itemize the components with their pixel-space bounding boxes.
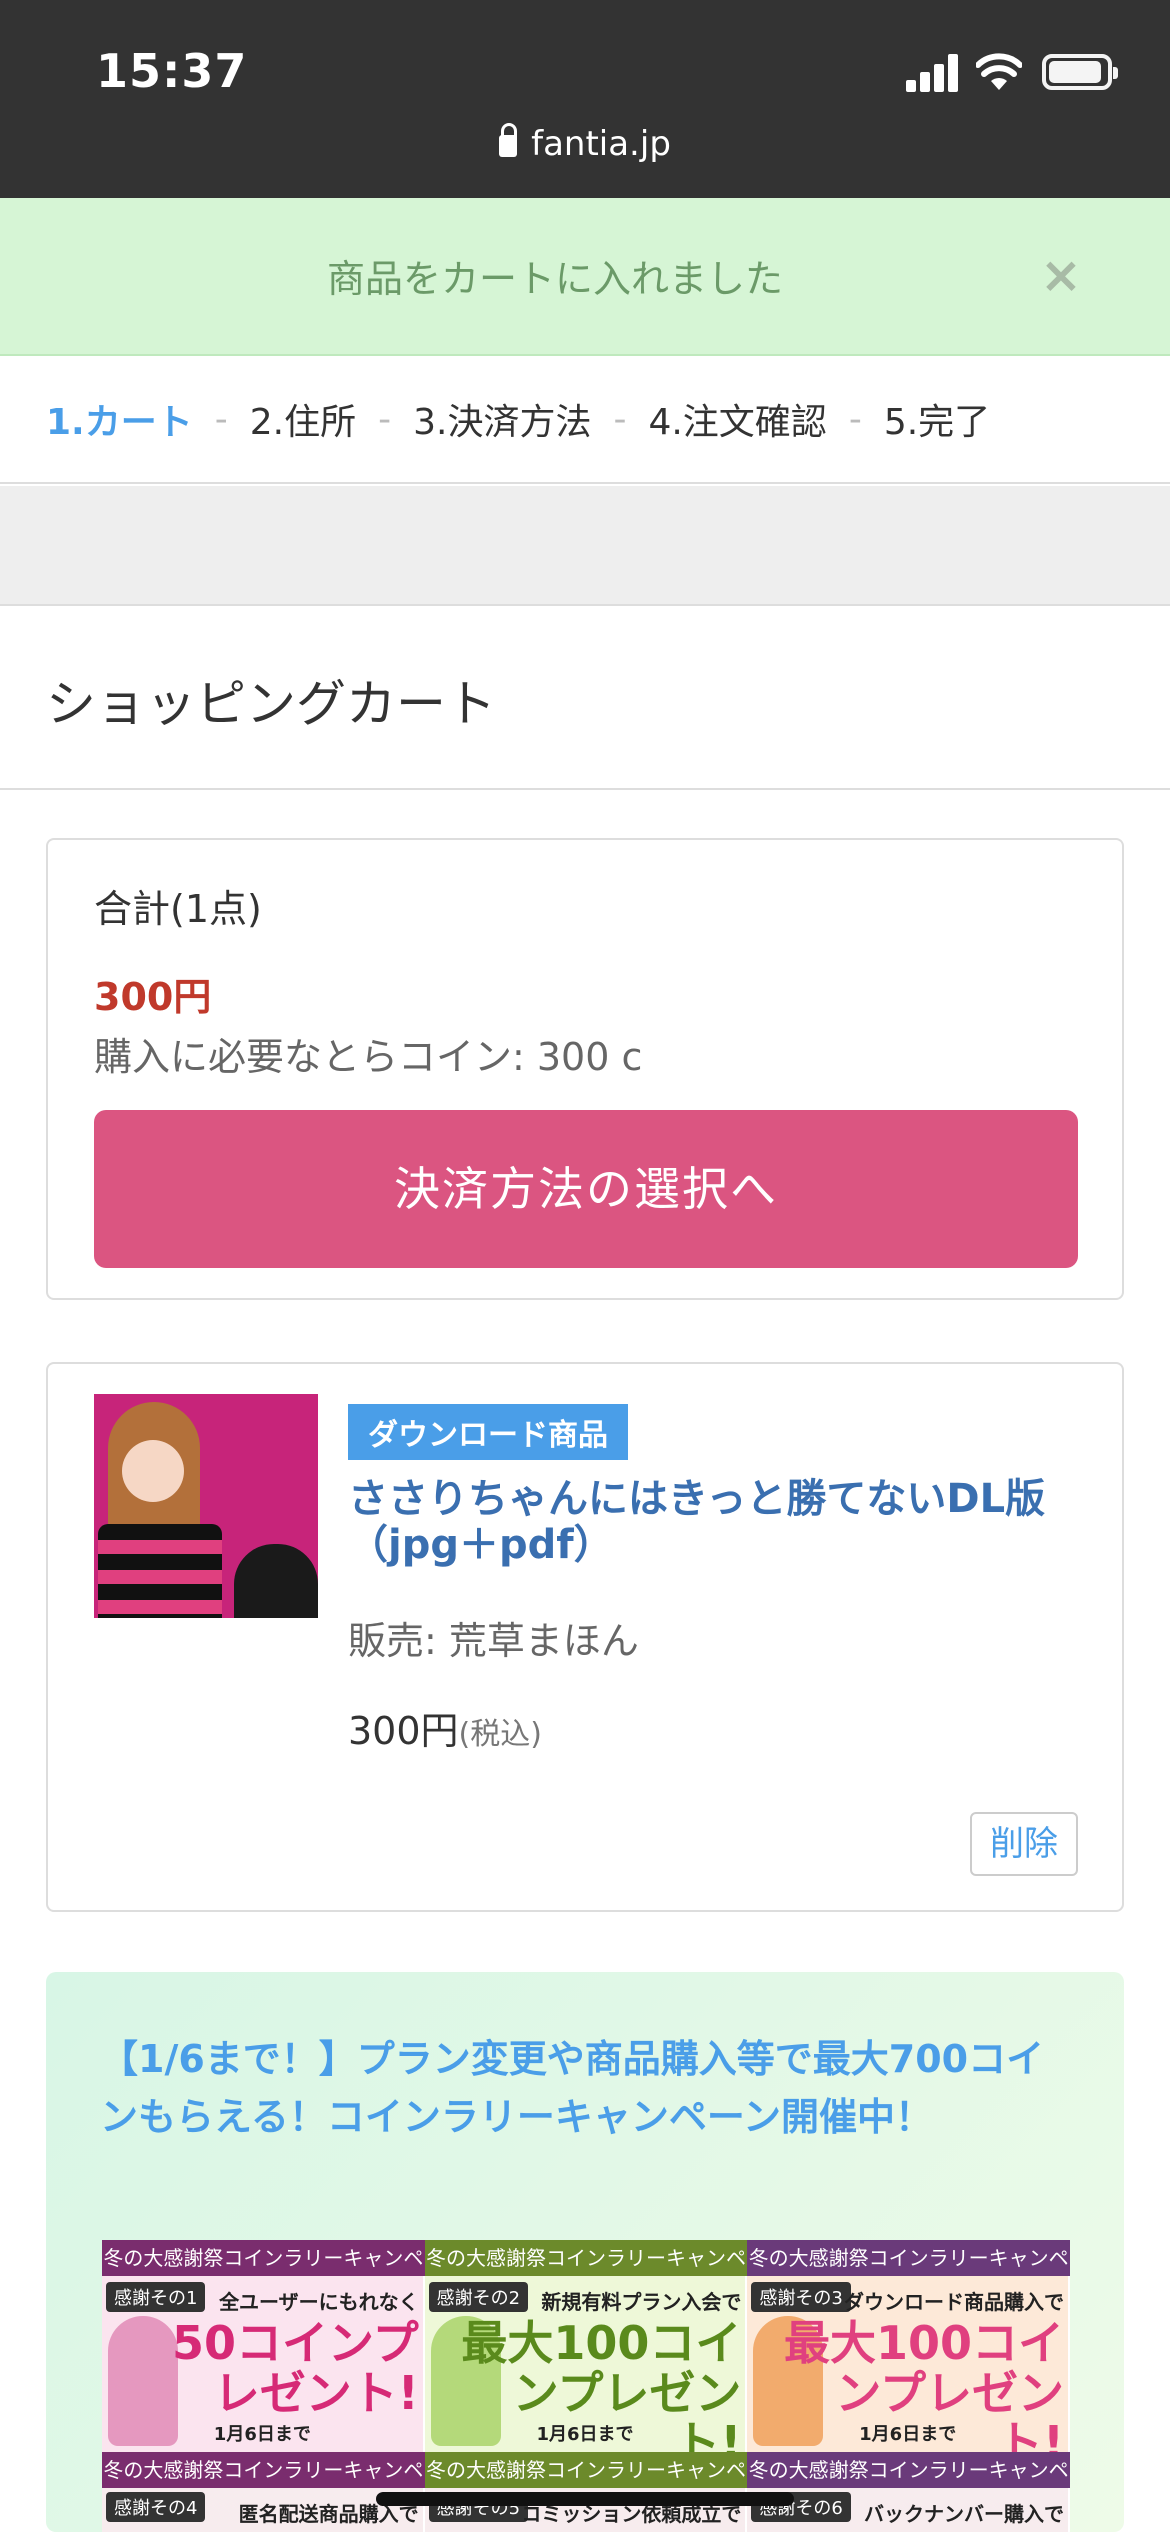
banner-header-row: 冬の大感謝祭コインラリーキャンペーン 冬の大感謝祭コインラリーキャンペーン 冬の… [102,2240,1070,2306]
flash-text: 商品をカートに入れました [326,257,783,301]
step-cart: 1.カート [46,402,193,443]
step-payment: 3.決済方法 [413,402,592,443]
cart-item: ダウンロード商品 ささりちゃんにはきっと勝てないDL版（jpg＋pdf） 販売:… [46,1362,1124,1912]
banner-header: 冬の大感謝祭コインラリーキャンペーン [747,2452,1070,2518]
product-price: 300円(税込) [348,1700,542,1755]
select-payment-button[interactable]: 決済方法の選択へ [94,1110,1078,1268]
panel-date: 1月6日まで [213,2424,311,2445]
panel-headline: 50コインプレゼント! [172,2316,419,2420]
banner-header-row: 冬の大感謝祭コインラリーキャンペーン 冬の大感謝祭コインラリーキャンペーン 冬の… [102,2452,1070,2518]
step-separator: - [848,398,862,440]
total-price: 300円 [94,975,212,1019]
banner-header: 冬の大感謝祭コインラリーキャンペーン [102,2452,425,2518]
price-value: 300円 [348,1709,459,1753]
divider [0,788,1170,790]
tax-note: (税込) [458,1717,542,1752]
page-title: ショッピングカート [46,675,496,733]
home-indicator[interactable] [376,2492,794,2506]
total-label: 合計(1点) [94,887,262,931]
product-thumbnail[interactable] [94,1394,318,1618]
campaign-banner-image[interactable]: 冬の大感謝祭コインラリーキャンペーン 冬の大感謝祭コインラリーキャンペーン 冬の… [102,2240,1070,2532]
banner-header: 冬の大感謝祭コインラリーキャンペーン [424,2240,748,2306]
banner-panel: 感謝その2 新規有料プラン入会で 最大100コインプレゼント! 1月6日まで [424,2276,748,2468]
battery-icon [1042,54,1118,90]
wifi-icon [976,53,1022,90]
step-confirm: 4.注文確認 [648,402,827,443]
step-separator: - [378,398,392,440]
cart-summary: 合計(1点) 300円 購入に必要なとらコイン: 300 c 決済方法の選択へ [46,838,1124,1300]
delete-button[interactable]: 削除 [970,1812,1078,1876]
step-separator: - [613,398,627,440]
panel-lead: 全ユーザーにもれなく [219,2290,419,2314]
panel-lead: バックナンバー購入で [864,2502,1065,2526]
lock-icon [499,123,518,157]
spacer-band [0,486,1170,606]
banner-panel: 感謝その3 ダウンロード商品購入で 最大100コインプレゼント! 1月6日まで [747,2276,1070,2468]
banner-header: 冬の大感謝祭コインラリーキャンペーン [424,2452,748,2518]
download-badge: ダウンロード商品 [348,1404,628,1460]
address-bar[interactable]: fantia.jp [0,123,1170,164]
panel-lead: ダウンロード商品購入で [844,2290,1065,2314]
panel-date: 1月6日まで [536,2424,634,2445]
campaign-banner-section: 【1/6まで！】プラン変更や商品購入等で最大700コインもらえる！コインラリーキ… [46,1972,1124,2532]
campaign-title-link[interactable]: 【1/6まで！】プラン変更や商品購入等で最大700コインもらえる！コインラリーキ… [100,2030,1080,2146]
step-complete: 5.完了 [883,402,991,443]
seller-name: 販売: 荒草まほん [348,1619,639,1663]
close-icon[interactable]: × [1040,246,1082,304]
url-text: fantia.jp [531,124,671,164]
clock: 15:37 [96,44,248,98]
checkout-steps: 1.カート - 2.住所 - 3.決済方法 - 4.注文確認 - 5.完了 [0,356,1170,484]
banner-header: 冬の大感謝祭コインラリーキャンペーン [102,2240,425,2306]
panel-date: 1月6日まで [859,2424,957,2445]
banner-header: 冬の大感謝祭コインラリーキャンペーン [747,2240,1070,2306]
step-address: 2.住所 [249,402,357,443]
banner-panel: 感謝その1 全ユーザーにもれなく 50コインプレゼント! 1月6日まで [102,2276,425,2452]
cellular-signal-icon [906,54,960,92]
product-title-link[interactable]: ささりちゃんにはきっと勝てないDL版（jpg＋pdf） [348,1476,1128,1568]
step-separator: - [214,398,228,440]
flash-message: 商品をカートに入れました × [0,198,1170,356]
banner-panel: 感謝その6 バックナンバー購入で [747,2488,1070,2532]
status-bar: 15:37 fantia.jp [0,0,1170,198]
required-coins: 購入に必要なとらコイン: 300 c [94,1035,643,1079]
panel-lead: 新規有料プラン入会で [541,2290,742,2314]
